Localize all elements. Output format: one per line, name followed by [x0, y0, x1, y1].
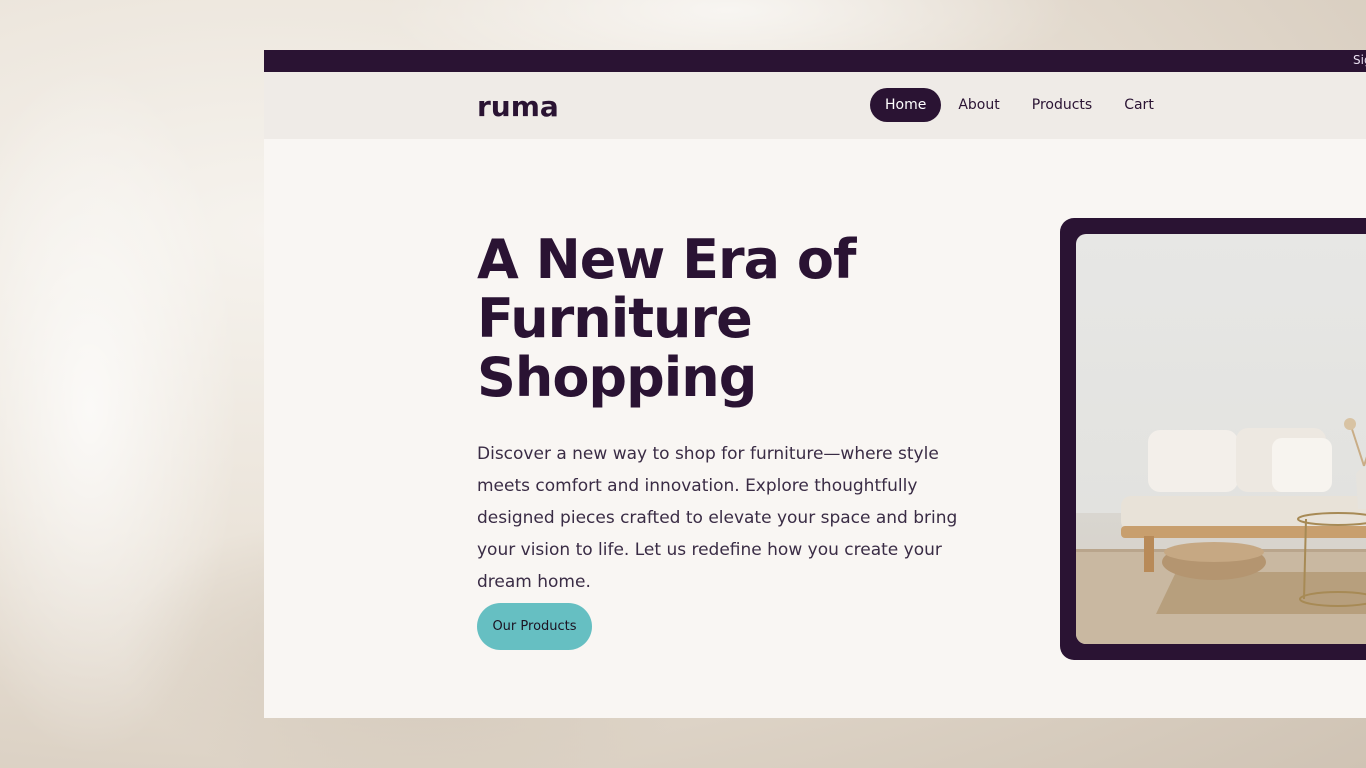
website-page: Sign In ruma Home About Products Cart A … [264, 50, 1366, 718]
hero-title: A New Era of Furniture Shopping [477, 228, 856, 409]
top-bar: Sign In [264, 50, 1366, 72]
nav-home[interactable]: Home [870, 88, 942, 122]
main-nav: Home About Products Cart [870, 88, 1171, 122]
sign-in-link[interactable]: Sign In [1353, 53, 1366, 67]
hero-image-frame [1060, 218, 1366, 660]
nav-products[interactable]: Products [1017, 88, 1107, 122]
background-silk-highlight [0, 60, 240, 760]
logo[interactable]: ruma [477, 90, 559, 123]
nav-about[interactable]: About [943, 88, 1014, 122]
sofa-scene-illustration [1076, 418, 1366, 644]
our-products-button[interactable]: Our Products [477, 603, 592, 650]
nav-cart[interactable]: Cart [1109, 88, 1169, 122]
living-room-photo [1076, 234, 1366, 644]
hero-description: Discover a new way to shop for furniture… [477, 444, 958, 592]
navbar: ruma Home About Products Cart [264, 72, 1366, 139]
